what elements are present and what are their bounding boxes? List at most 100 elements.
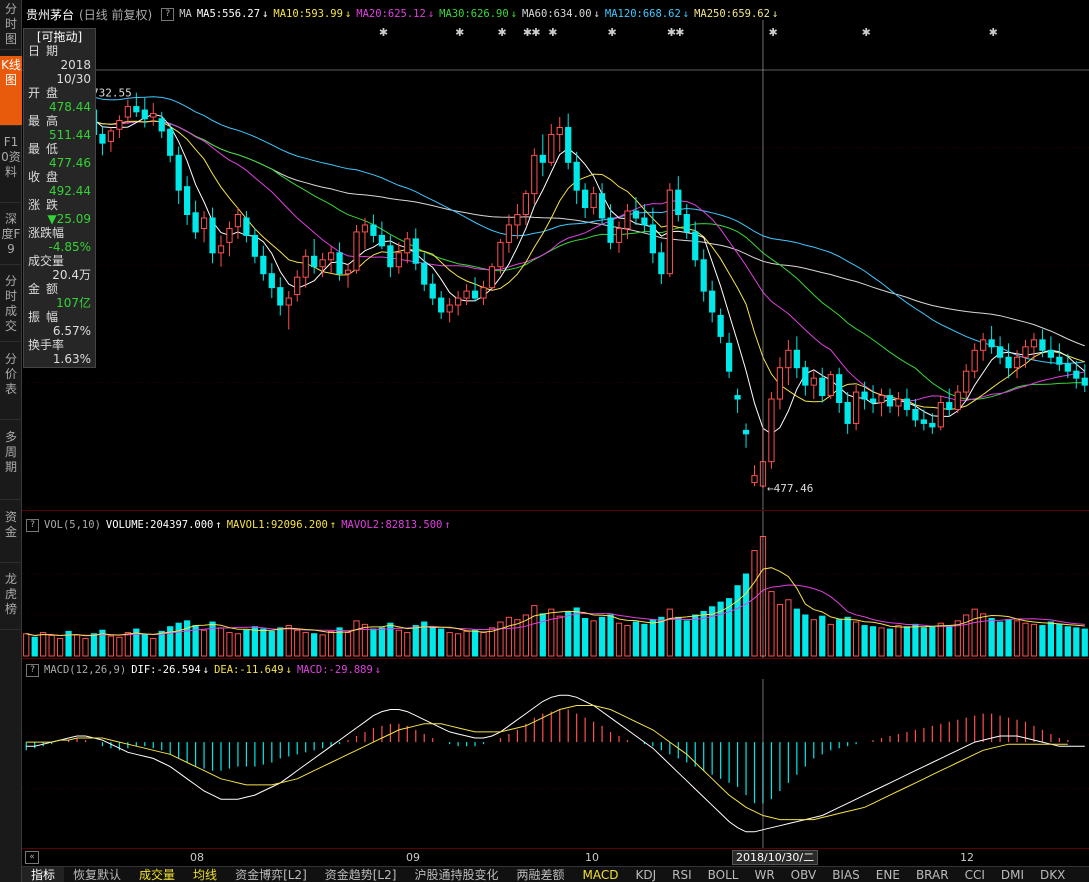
- kline-pane[interactable]: 732.55←477.46✱✱✱✱✱✱✱✱✱✱✱✱✱ 贵州茅台 (日线 前复权)…: [22, 0, 1089, 510]
- candle-body: [658, 252, 665, 275]
- indicator-tab[interactable]: OBV: [783, 867, 825, 882]
- candle-body: [446, 304, 453, 313]
- sidebar-tab[interactable]: 资金: [0, 508, 22, 563]
- volume-pane[interactable]: ? VOL(5,10) VOLUME:204397.000 ↑ MAVOL1:9…: [22, 510, 1089, 659]
- indicator-tab[interactable]: BRAR: [908, 867, 957, 882]
- sidebar-tab[interactable]: 深度F9: [0, 210, 22, 265]
- candle-body: [463, 290, 470, 299]
- indicator-tab[interactable]: 恢复默认: [64, 867, 130, 882]
- info-value: 1.63%: [52, 352, 91, 366]
- candle-body: [912, 408, 919, 421]
- vol-mavol2: MAVOL2:82813.500: [341, 519, 443, 531]
- volume-bar: [996, 621, 1004, 657]
- volume-bar: [810, 619, 817, 657]
- indicator-tab[interactable]: KDJ: [627, 867, 664, 882]
- event-marker-icon: ✱: [379, 26, 388, 39]
- candle-body: [675, 189, 682, 216]
- sidebar-tab[interactable]: 多周期: [0, 428, 22, 500]
- candle-body: [192, 212, 199, 233]
- volume-bar: [632, 621, 640, 657]
- candle-body: [294, 276, 301, 296]
- candle-body: [184, 186, 191, 216]
- indicator-tab[interactable]: DKX: [1032, 867, 1073, 882]
- indicator-tab[interactable]: DMI: [993, 867, 1032, 882]
- indicator-tab[interactable]: MACD: [573, 867, 627, 882]
- indicator-tab[interactable]: 指标: [22, 867, 65, 882]
- candle-body: [175, 154, 182, 191]
- candle-body: [607, 217, 614, 243]
- candle-body: [1064, 363, 1071, 372]
- indicator-tab[interactable]: CCI: [957, 867, 993, 882]
- volume-bar: [285, 625, 292, 657]
- indicator-tabs[interactable]: 指标 恢复默认 成交量 均线 资金博弈[L2] 资金趋势[L2] 沪股通持股变化 两融差额 MA…: [22, 866, 1089, 882]
- sidebar-tab[interactable]: K线图: [0, 56, 22, 126]
- candle-body: [624, 210, 631, 229]
- indicator-tab[interactable]: WR: [746, 867, 782, 882]
- indicator-tab[interactable]: 两融差额: [507, 867, 573, 882]
- candle-body: [802, 367, 809, 386]
- candle-body: [742, 429, 750, 435]
- sidebar-tab[interactable]: 分时成交: [0, 272, 22, 342]
- sidebar-tab[interactable]: 分价表: [0, 350, 22, 420]
- volume-bar: [565, 610, 572, 657]
- scroll-left-button[interactable]: «: [25, 851, 39, 864]
- sidebar-tab[interactable]: 分时图: [0, 0, 22, 50]
- info-value: 20.4万: [52, 268, 91, 282]
- candle-body: [996, 346, 1004, 358]
- volume-bar: [514, 619, 521, 657]
- macd-help-button[interactable]: ?: [26, 663, 39, 677]
- candle-body: [819, 377, 826, 397]
- macd-chart[interactable]: [22, 659, 1089, 849]
- event-marker-icon: ✱: [675, 26, 684, 39]
- stock-name: 贵州茅台: [26, 7, 75, 22]
- indicator-tab[interactable]: ENE: [868, 867, 908, 882]
- candle-body: [556, 126, 563, 135]
- indicator-tab[interactable]: 沪股通持股变化: [405, 867, 507, 882]
- volume-bar: [869, 626, 877, 657]
- volume-bar: [175, 622, 182, 657]
- candle-body: [785, 349, 792, 369]
- volume-bar: [946, 625, 953, 657]
- volume-bar: [742, 573, 750, 657]
- sidebar-tab[interactable]: F10资料: [0, 133, 22, 203]
- info-panel[interactable]: [可拖动] 日期 2018 10/30 开盘 478.44 最高 511.44 最低 477.4…: [23, 28, 96, 368]
- candle-body: [200, 217, 208, 229]
- volume-bar: [878, 627, 885, 657]
- volume-help-button[interactable]: ?: [26, 518, 39, 532]
- volume-bar: [209, 621, 216, 657]
- indicator-tab[interactable]: RSI: [664, 867, 700, 882]
- x-tick: 10: [585, 851, 599, 864]
- candle-body: [1005, 356, 1012, 369]
- volume-chart[interactable]: [22, 511, 1089, 659]
- indicator-tab[interactable]: BIAS: [824, 867, 868, 882]
- kline-chart[interactable]: 732.55←477.46✱✱✱✱✱✱✱✱✱✱✱✱✱: [22, 0, 1089, 510]
- volume-bar: [692, 614, 699, 657]
- indicator-tab[interactable]: BOLL: [700, 867, 747, 882]
- indicator-tab[interactable]: 均线: [184, 867, 226, 882]
- info-value: 478.44: [49, 100, 91, 114]
- macd-pane[interactable]: ? MACD(12,26,9) DIF:-26.594 ↓ DEA:-11.64…: [22, 658, 1089, 849]
- volume-bar: [895, 625, 902, 657]
- volume-bar: [141, 634, 148, 657]
- volume-bar: [861, 625, 868, 657]
- candle-body: [954, 391, 961, 410]
- sidebar-tab[interactable]: 龙虎榜: [0, 570, 22, 630]
- indicator-tab[interactable]: 资金趋势[L2]: [316, 867, 406, 882]
- candle-body: [438, 297, 445, 313]
- volume-bar: [277, 627, 284, 657]
- volume-bar: [1064, 626, 1071, 657]
- volume-bar: [598, 616, 606, 657]
- ma-arrow: ↓: [344, 8, 352, 20]
- candle-body: [488, 266, 496, 289]
- indicator-tab[interactable]: 成交量: [130, 867, 184, 882]
- drag-handle[interactable]: [可拖动]: [24, 30, 95, 44]
- help-button[interactable]: ?: [161, 7, 175, 21]
- candle-body: [836, 374, 843, 404]
- x-tick: 09: [406, 851, 420, 864]
- candle-body: [700, 259, 707, 292]
- event-marker-icon: ✱: [531, 26, 540, 39]
- event-marker-icon: ✱: [989, 26, 998, 39]
- candle-body: [209, 217, 216, 254]
- ma-value: MA5:556.27: [196, 8, 261, 20]
- indicator-tab[interactable]: 资金博弈[L2]: [226, 867, 316, 882]
